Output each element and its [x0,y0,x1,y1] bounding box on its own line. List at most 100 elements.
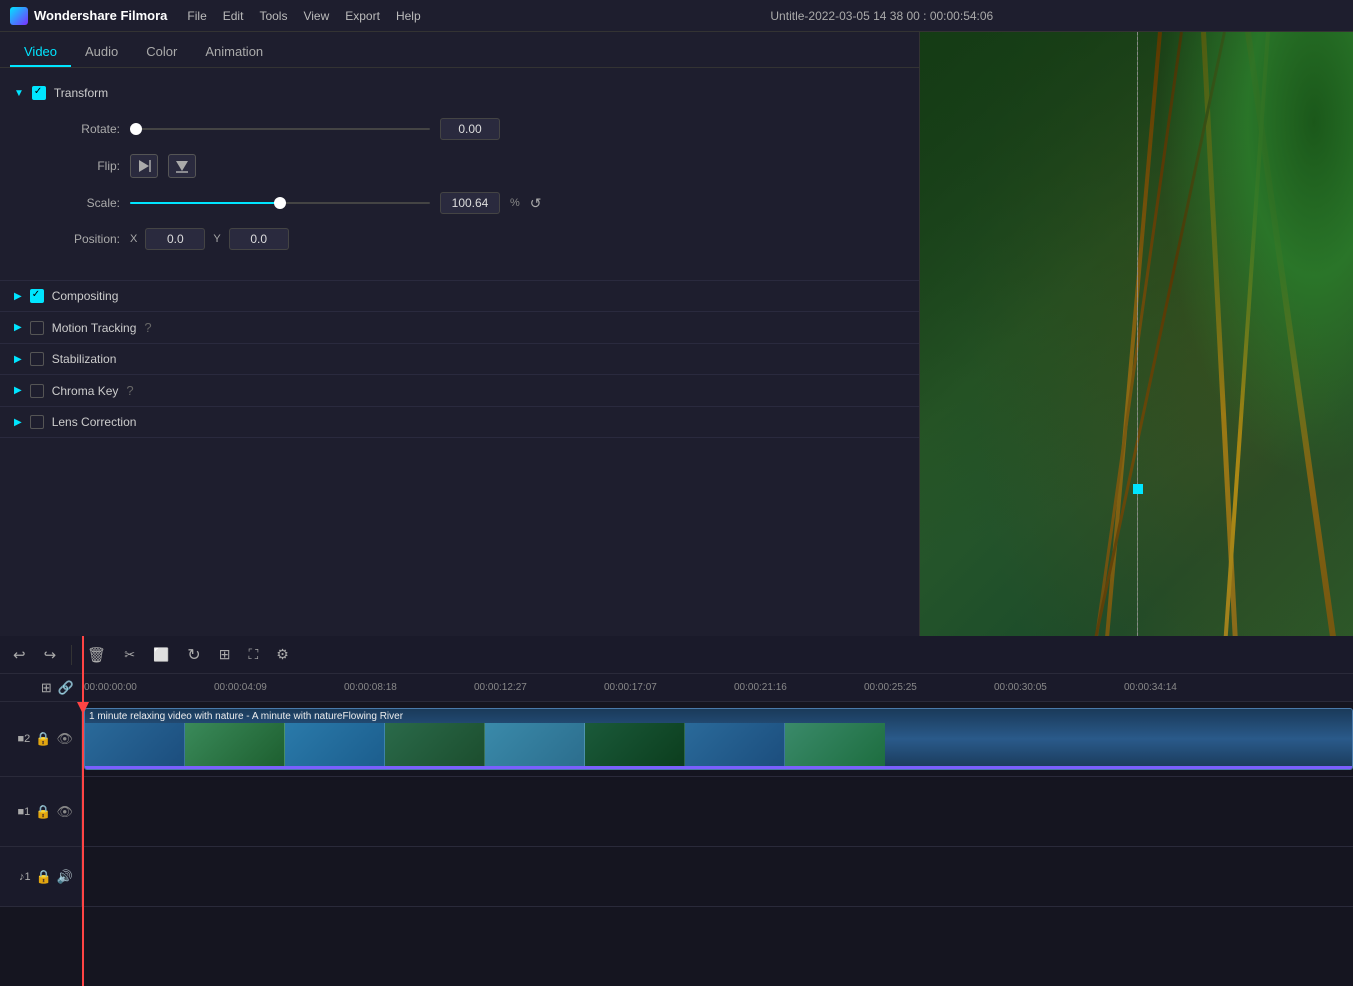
link-btn[interactable]: 🔗 [58,680,74,696]
teal-marker [1133,484,1143,494]
motion-tracking-help-icon[interactable]: ? [144,320,151,335]
delete-btn[interactable]: 🗑 [84,643,109,667]
scale-reset-btn[interactable]: ↺ [530,195,542,212]
titlebar: Wondershare Filmora File Edit Tools View… [0,0,1353,32]
ruler-mark-7: 00:00:30:05 [992,682,1122,693]
motion-tracking-header[interactable]: ▶ Motion Tracking ? [0,312,919,343]
flip-vertical-btn[interactable] [130,154,158,178]
stabilization-header[interactable]: ▶ Stabilization [0,344,919,374]
chroma-key-section: ▶ Chroma Key ? [0,375,919,407]
transform-chevron: ▼ [14,88,24,99]
scale-input[interactable]: 100.64 [440,192,500,214]
ruler-marks: 00:00:00:00 00:00:04:09 00:00:08:18 00:0… [82,682,1252,693]
motion-tracking-checkbox[interactable] [30,321,44,335]
ruler-mark-5: 00:00:21:16 [732,682,862,693]
foliage [1158,32,1353,484]
chroma-key-label: Chroma Key [52,384,119,398]
ruler-mark-3: 00:00:12:27 [472,682,602,693]
cut-btn[interactable]: ✂ [121,644,138,666]
menu-edit[interactable]: Edit [223,9,244,23]
transform-section: ▼ Transform Rotate: 0.00 [0,78,919,281]
rotate-input[interactable]: 0.00 [440,118,500,140]
track-1-visibility-icon[interactable]: 👁 [56,804,73,820]
pip-btn[interactable]: ⊞ [216,643,234,666]
chroma-key-checkbox[interactable] [30,384,44,398]
tab-animation[interactable]: Animation [191,38,277,67]
rotation-btn[interactable]: ↻ [184,642,203,668]
window-title: Untitle-2022-03-05 14 38 00 : 00:00:54:0… [770,9,993,23]
menu-help[interactable]: Help [396,9,421,23]
compositing-chevron: ▶ [14,291,22,302]
undo-btn[interactable]: ↩ [10,643,29,667]
tab-video[interactable]: Video [10,38,71,67]
fullscreen-btn[interactable]: ⛶ [245,643,261,666]
transform-checkbox[interactable] [32,86,46,100]
track-2-lock-icon[interactable]: 🔒 [35,731,51,747]
menu-file[interactable]: File [187,9,206,23]
clip-thumbnails [85,723,1352,770]
track-1-controls: ■1 🔒 👁 [0,777,82,846]
compositing-checkbox[interactable] [30,289,44,303]
timeline-tracks: ■2 🔒 👁 1 minute relaxing video with natu… [0,702,1353,986]
timeline-ruler-row: ⊞ 🔗 00:00:00:00 00:00:04:09 00:00:08:18 … [0,674,1353,702]
thumb-4 [485,723,585,770]
track-2-playhead [82,702,84,776]
timeline: ↩ ↪ 🗑 ✂ ⬜ ↻ ⊞ ⛶ ⚙ ⊞ 🔗 00:00:00:00 00:00:… [0,636,1353,986]
crop-btn[interactable]: ⬜ [150,644,172,666]
thumb-3 [385,723,485,770]
compositing-header[interactable]: ▶ Compositing [0,281,919,311]
position-inputs: X 0.0 Y 0.0 [130,228,289,250]
redo-btn[interactable]: ↪ [41,643,60,667]
timeline-toolbar: ↩ ↪ 🗑 ✂ ⬜ ↻ ⊞ ⛶ ⚙ [0,636,1353,674]
tab-bar: Video Audio Color Animation [0,32,919,68]
stabilization-checkbox[interactable] [30,352,44,366]
compositing-label: Compositing [52,289,119,303]
position-y-input[interactable]: 0.0 [229,228,289,250]
snap-btn[interactable]: ⊞ [41,680,52,696]
chroma-key-header[interactable]: ▶ Chroma Key ? [0,375,919,406]
position-row: Position: X 0.0 Y 0.0 [50,228,899,250]
flip-label: Flip: [50,159,120,173]
app-name: Wondershare Filmora [34,8,167,23]
thumb-7 [785,723,885,770]
position-x-input[interactable]: 0.0 [145,228,205,250]
track-1-playhead [82,777,84,846]
menu-export[interactable]: Export [345,9,380,23]
audio-track-row: ♪1 🔒 🔊 [0,847,1353,907]
clip-label: 1 minute relaxing video with nature - A … [89,711,403,722]
track-2-visibility-icon[interactable]: 👁 [56,731,73,747]
effects-btn[interactable]: ⚙ [273,643,292,666]
lens-correction-checkbox[interactable] [30,415,44,429]
motion-tracking-section: ▶ Motion Tracking ? [0,312,919,344]
flip-horizontal-btn[interactable] [168,154,196,178]
track-1-lock-icon[interactable]: 🔒 [35,804,51,820]
audio-track-controls: ♪1 🔒 🔊 [0,847,82,906]
stabilization-section: ▶ Stabilization [0,344,919,375]
transform-content: Rotate: 0.00 Flip: [0,108,919,280]
transform-header[interactable]: ▼ Transform [0,78,919,108]
tab-color[interactable]: Color [132,38,191,67]
lens-correction-label: Lens Correction [52,415,137,429]
audio-track-content [82,847,1353,906]
video-clip[interactable]: 1 minute relaxing video with nature - A … [84,708,1353,770]
audio-lock-icon[interactable]: 🔒 [36,869,52,885]
menu-view[interactable]: View [303,9,329,23]
lens-correction-header[interactable]: ▶ Lens Correction [0,407,919,437]
scale-slider[interactable] [130,202,430,204]
compositing-section: ▶ Compositing [0,281,919,312]
stabilization-label: Stabilization [52,352,117,366]
chroma-key-chevron: ▶ [14,385,22,396]
audio-volume-icon[interactable]: 🔊 [57,869,73,885]
chroma-key-help-icon[interactable]: ? [126,383,133,398]
rotate-slider[interactable] [130,128,430,130]
ruler-mark-6: 00:00:25:25 [862,682,992,693]
track-2-content[interactable]: 1 minute relaxing video with nature - A … [82,702,1353,776]
clip-highlight [85,766,1352,769]
position-label: Position: [50,232,120,246]
motion-tracking-label: Motion Tracking [52,321,137,335]
ruler-mark-2: 00:00:08:18 [342,682,472,693]
tab-audio[interactable]: Audio [71,38,132,67]
menu-tools[interactable]: Tools [259,9,287,23]
flip-row: Flip: [50,154,899,178]
thumb-6 [685,723,785,770]
